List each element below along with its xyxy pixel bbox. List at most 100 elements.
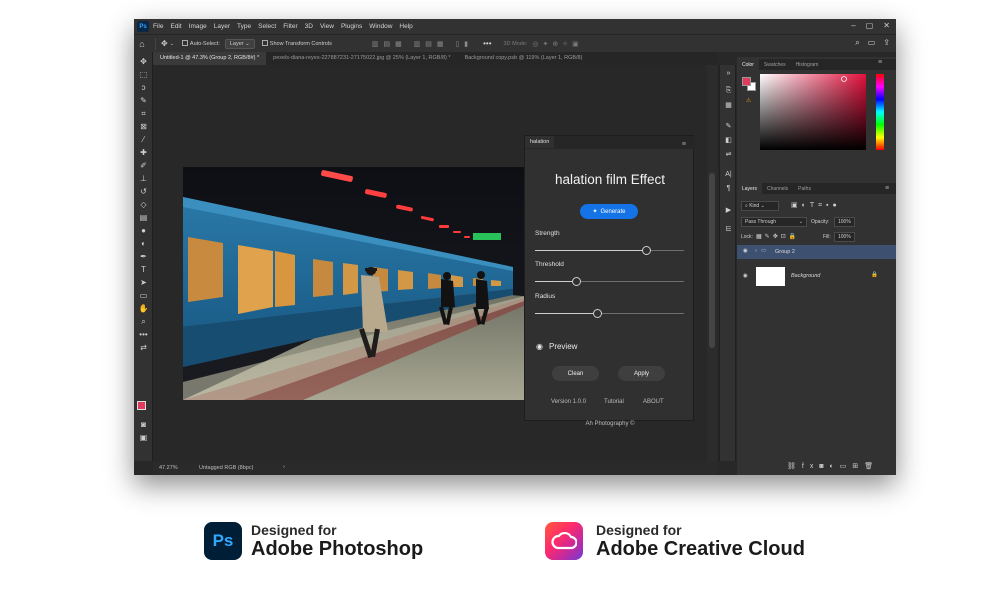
more-tools-icon[interactable]: ••• bbox=[138, 329, 149, 340]
properties-icon[interactable]: ▦ bbox=[723, 99, 734, 110]
chevron-right-icon[interactable]: › bbox=[283, 464, 285, 470]
sliders-icon[interactable]: ⋿ bbox=[723, 223, 734, 234]
menu-file[interactable]: File bbox=[153, 23, 163, 30]
collapse-icon[interactable]: » bbox=[723, 68, 734, 79]
gradient-tool-icon[interactable]: ▤ bbox=[138, 212, 149, 223]
hue-slider[interactable] bbox=[876, 74, 884, 150]
history-brush-tool-icon[interactable]: ↺ bbox=[138, 186, 149, 197]
color-panel-swatches[interactable] bbox=[742, 77, 756, 91]
healing-tool-icon[interactable]: ✚ bbox=[138, 147, 149, 158]
menu-plugins[interactable]: Plugins bbox=[341, 23, 362, 30]
character-icon[interactable]: A| bbox=[723, 169, 734, 180]
libraries-icon[interactable]: ⇌ bbox=[723, 148, 734, 159]
warning-icon[interactable]: ⚠ bbox=[746, 97, 751, 104]
menu-edit[interactable]: Edit bbox=[170, 23, 181, 30]
menu-layer[interactable]: Layer bbox=[214, 23, 230, 30]
tab-swatches[interactable]: Swatches bbox=[759, 59, 791, 70]
eraser-tool-icon[interactable]: ◇ bbox=[138, 199, 149, 210]
auto-select-checkbox[interactable] bbox=[181, 40, 190, 47]
blur-tool-icon[interactable]: ● bbox=[138, 225, 149, 236]
tab-color[interactable]: Color bbox=[737, 59, 759, 70]
align-icons[interactable]: ▥▤▦ ▥▤▦ ▯▮ bbox=[372, 40, 473, 48]
opacity-field[interactable]: 100% bbox=[834, 217, 855, 227]
color-panel-menu-icon[interactable]: ≡ bbox=[878, 59, 882, 66]
dodge-tool-icon[interactable]: ◐ bbox=[138, 238, 149, 249]
menu-view[interactable]: View bbox=[320, 23, 334, 30]
radius-slider-thumb[interactable] bbox=[593, 309, 603, 318]
type-tool-icon[interactable]: T bbox=[138, 264, 149, 275]
search-icon[interactable]: ⌕ bbox=[855, 38, 859, 48]
layer-filter-icons[interactable]: ▣◐T⌗▪● bbox=[791, 201, 841, 210]
tab-layers[interactable]: Layers bbox=[737, 183, 763, 194]
menu-type[interactable]: Type bbox=[237, 23, 251, 30]
clean-button[interactable]: Clean bbox=[552, 366, 599, 381]
tab-pexels-image[interactable]: pexels-diana-reyes-227887231-27175022.jp… bbox=[266, 52, 457, 65]
tab-channels[interactable]: Channels bbox=[762, 183, 793, 194]
menu-window[interactable]: Window bbox=[369, 23, 392, 30]
menu-select[interactable]: Select bbox=[258, 23, 276, 30]
edit-toolbar-icon[interactable]: ⇄ bbox=[138, 342, 149, 353]
layer-name-background[interactable]: Background bbox=[791, 273, 820, 279]
about-link[interactable]: ABOUT bbox=[643, 399, 664, 405]
history-icon[interactable]: ⎘ bbox=[723, 85, 734, 96]
layer-row-background[interactable]: ◉ Background 🔒 bbox=[737, 265, 896, 289]
brush-tool-icon[interactable]: ✐ bbox=[138, 160, 149, 171]
vertical-scrollbar[interactable] bbox=[707, 65, 717, 461]
panel-menu-icon[interactable]: ≡ bbox=[677, 138, 691, 151]
plugin-tab[interactable]: halation ≡ bbox=[525, 136, 695, 149]
zoom-level[interactable]: 47.27% bbox=[159, 465, 178, 471]
share-icon[interactable]: ⇪ bbox=[883, 38, 890, 48]
move-tool-icon[interactable]: ✥ bbox=[138, 56, 149, 67]
more-options-icon[interactable]: ••• bbox=[483, 39, 491, 48]
menu-3d[interactable]: 3D bbox=[305, 23, 313, 30]
radius-slider[interactable] bbox=[535, 309, 684, 318]
generate-button[interactable]: ✦ Generate bbox=[580, 204, 638, 219]
move-tool-icon[interactable]: ✥ bbox=[161, 39, 168, 48]
visibility-eye-icon[interactable]: ◉ bbox=[743, 248, 748, 254]
workspace-icon[interactable]: ▭ bbox=[868, 38, 876, 48]
screen-mode-icon[interactable]: ▣ bbox=[138, 432, 149, 443]
foreground-background-colors[interactable] bbox=[137, 401, 151, 415]
3d-mode-icons[interactable]: ◎✦⊕✧▣ bbox=[532, 40, 582, 48]
menu-help[interactable]: Help bbox=[399, 23, 412, 30]
strength-slider[interactable] bbox=[535, 246, 684, 255]
play-icon[interactable]: ▶ bbox=[723, 204, 734, 215]
preview-toggle[interactable]: ◉ Preview bbox=[536, 342, 577, 351]
lock-icons[interactable]: ▦✎✥⊡🔒 bbox=[756, 233, 799, 240]
path-select-tool-icon[interactable]: ➤ bbox=[138, 277, 149, 288]
tab-background-copy[interactable]: Background copy.psb @ 119% (Layer 1, RGB… bbox=[458, 52, 590, 65]
close-icon[interactable]: ✕ bbox=[883, 21, 890, 30]
layer-filter-dropdown[interactable]: ⌕ Kind ⌄ bbox=[741, 201, 779, 211]
layer-row-group-2[interactable]: ◉ › ▭ Group 2 bbox=[737, 245, 896, 259]
chevron-right-icon[interactable]: › bbox=[755, 248, 757, 254]
tab-histogram[interactable]: Histogram bbox=[791, 59, 824, 70]
threshold-slider[interactable] bbox=[535, 277, 684, 286]
menu-image[interactable]: Image bbox=[189, 23, 207, 30]
apply-button[interactable]: Apply bbox=[618, 366, 665, 381]
color-field[interactable] bbox=[760, 74, 866, 150]
tab-untitled-1[interactable]: Untitled-1 @ 47.3% (Group 2, RGB/8#) * bbox=[153, 52, 267, 65]
strength-slider-thumb[interactable] bbox=[642, 246, 652, 255]
foreground-color-swatch[interactable] bbox=[137, 401, 146, 410]
hand-tool-icon[interactable]: ✋ bbox=[138, 303, 149, 314]
blend-mode-dropdown[interactable]: Pass Through ⌄ bbox=[741, 217, 807, 227]
vertical-scroll-thumb[interactable] bbox=[709, 173, 715, 348]
quick-mask-icon[interactable]: ◙ bbox=[138, 419, 149, 430]
transform-controls-checkbox[interactable] bbox=[261, 40, 270, 47]
frame-tool-icon[interactable]: ⊠ bbox=[138, 121, 149, 132]
visibility-eye-icon[interactable]: ◉ bbox=[743, 273, 748, 279]
maximize-icon[interactable]: ▢ bbox=[866, 21, 874, 30]
adjustments-icon[interactable]: ◧ bbox=[723, 134, 734, 145]
threshold-slider-thumb[interactable] bbox=[572, 277, 582, 286]
rectangle-tool-icon[interactable]: ▭ bbox=[138, 290, 149, 301]
color-panel-foreground[interactable] bbox=[742, 77, 751, 86]
marquee-tool-icon[interactable]: ⬚ bbox=[138, 69, 149, 80]
eyedropper-tool-icon[interactable]: ⁄ bbox=[138, 134, 149, 145]
chevron-down-icon[interactable]: ⌄ bbox=[170, 41, 174, 47]
layers-panel-menu-icon[interactable]: ≡ bbox=[885, 185, 889, 192]
layers-footer-icons[interactable]: ⛓fx◙◐▭⊞🗑 bbox=[787, 462, 879, 470]
quick-select-tool-icon[interactable]: ✎ bbox=[138, 95, 149, 106]
home-icon[interactable]: ⌂ bbox=[134, 39, 150, 49]
layer-name-group-2[interactable]: Group 2 bbox=[775, 249, 795, 255]
minimize-icon[interactable]: – bbox=[851, 21, 855, 30]
